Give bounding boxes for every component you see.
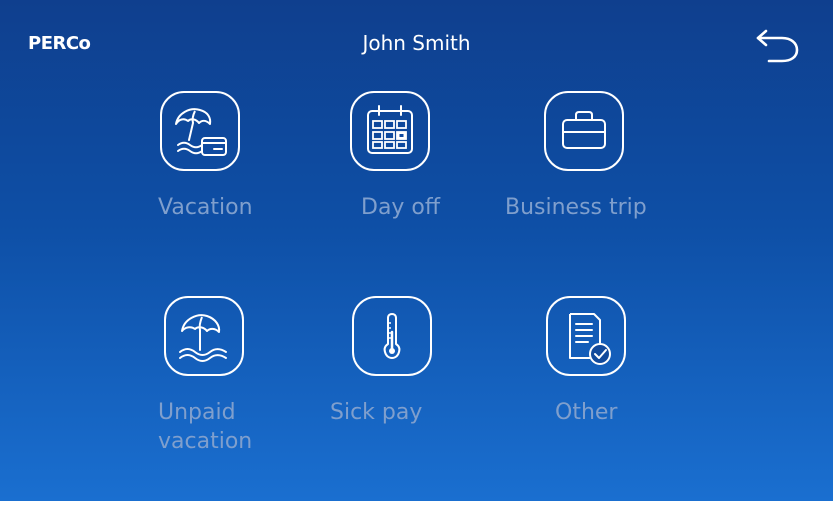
tile-sick-pay[interactable]: Sick pay <box>330 296 450 431</box>
briefcase-icon <box>562 111 606 149</box>
thermometer-icon <box>383 313 401 359</box>
back-button[interactable] <box>752 24 800 64</box>
business-trip-icon-box <box>544 91 624 171</box>
tile-vacation[interactable]: Vacation <box>155 91 280 226</box>
beach-umbrella-waves-icon <box>179 314 227 362</box>
document-check-icon <box>569 313 611 365</box>
tile-label-line-1: Unpaid <box>158 400 236 425</box>
tile-unpaid-vacation[interactable]: Unpaid vacation <box>155 296 275 456</box>
tile-other[interactable]: Other <box>540 296 640 431</box>
tile-label: Business trip <box>505 195 647 220</box>
user-name: John Smith <box>362 31 471 55</box>
tile-label: Day off <box>361 195 441 220</box>
tile-label: Sick pay <box>330 400 423 425</box>
tile-business-trip[interactable]: Business trip <box>505 91 665 226</box>
beach-umbrella-card-icon <box>175 108 227 156</box>
unpaid-vacation-icon-box <box>164 296 244 376</box>
sick-pay-icon-box <box>352 296 432 376</box>
screen: PERCo John Smith Vacation Day off Busine… <box>0 0 833 501</box>
tile-label: Vacation <box>158 195 253 220</box>
calendar-icon <box>367 105 413 154</box>
undo-arrow-icon <box>756 29 799 63</box>
tile-label-line-2: vacation <box>158 429 253 454</box>
tile-day-off[interactable]: Day off <box>348 91 458 226</box>
other-icon-box <box>546 296 626 376</box>
tile-label: Other <box>555 400 618 425</box>
day-off-icon-box <box>350 91 430 171</box>
vacation-icon-box <box>160 91 240 171</box>
